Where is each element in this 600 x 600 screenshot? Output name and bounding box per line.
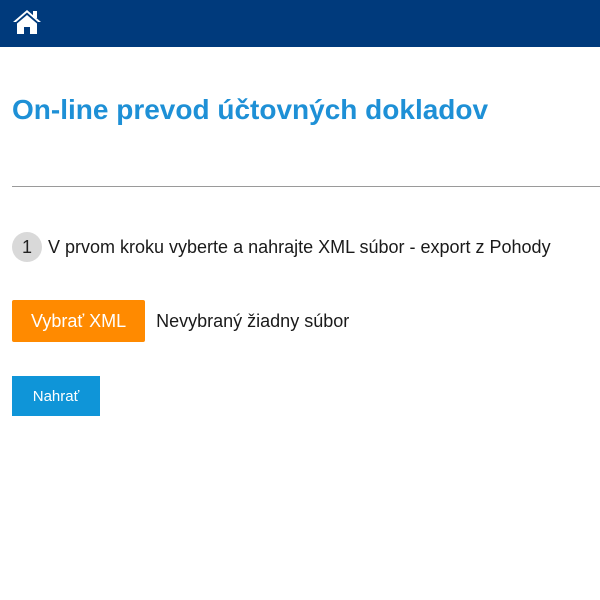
home-icon (12, 8, 42, 36)
top-navbar (0, 0, 600, 47)
page-title: On-line prevod účtovných dokladov (12, 94, 489, 125)
home-button[interactable] (12, 8, 42, 36)
upload-button[interactable]: Nahrať (12, 376, 100, 416)
choose-xml-button[interactable]: Vybrať XML (12, 300, 146, 342)
file-input-row: Vybrať XML Nevybraný žiadny súbor (12, 300, 349, 342)
file-status-text: Nevybraný žiadny súbor (156, 310, 350, 331)
step-number-badge: 1 (12, 232, 42, 262)
section-divider (12, 186, 600, 187)
step-text: V prvom kroku vyberte a nahrajte XML súb… (48, 236, 551, 257)
step-instruction: 1 V prvom kroku vyberte a nahrajte XML s… (12, 231, 551, 263)
